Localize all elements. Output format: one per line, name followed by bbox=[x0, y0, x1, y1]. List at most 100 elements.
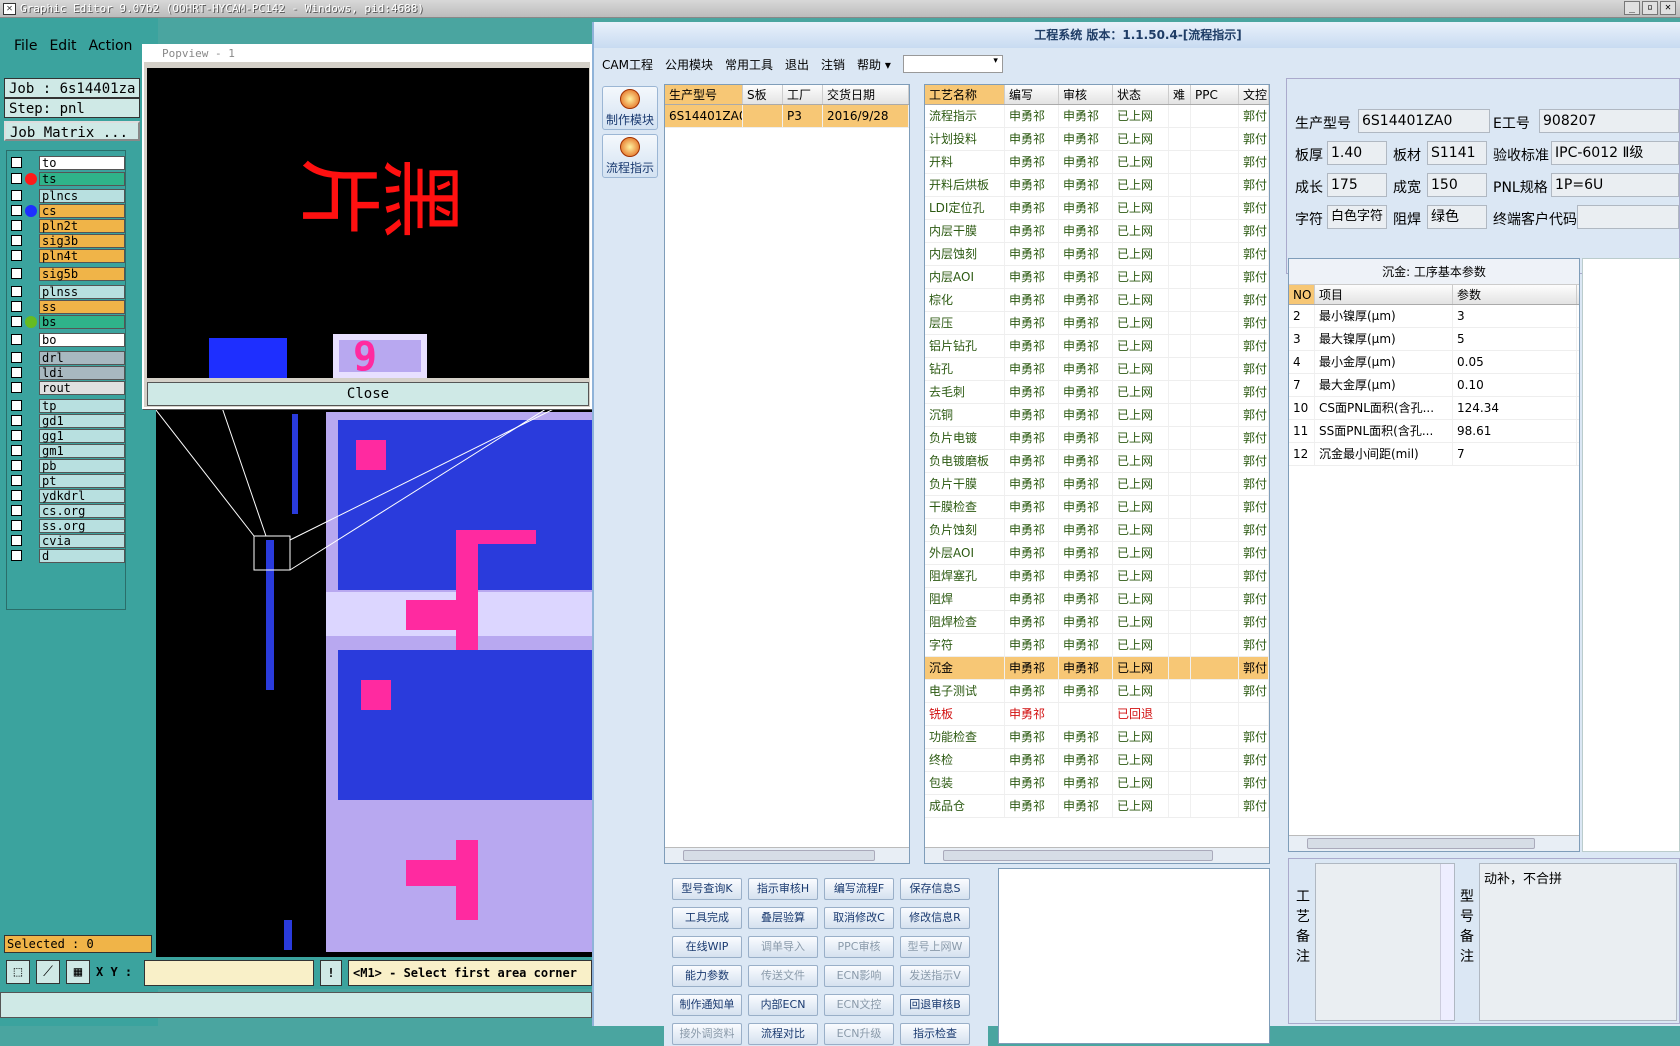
model-field[interactable]: 6S14401ZA0 bbox=[1358, 109, 1490, 133]
layer-checkbox[interactable] bbox=[11, 382, 22, 393]
layer-checkbox[interactable] bbox=[11, 367, 22, 378]
table-row[interactable]: 负片电镀 申勇祁 申勇祁 已上网 郭付 bbox=[925, 427, 1269, 450]
menu-action[interactable]: Action bbox=[89, 38, 133, 54]
menu-common-module[interactable]: 公用模块 bbox=[665, 56, 713, 73]
layer-checkbox[interactable] bbox=[11, 301, 22, 312]
table-row[interactable]: 成品仓 申勇祁 申勇祁 已上网 郭付 bbox=[925, 795, 1269, 818]
table-row[interactable]: 内层蚀刻 申勇祁 申勇祁 已上网 郭付 bbox=[925, 243, 1269, 266]
warning-button[interactable]: ! bbox=[320, 960, 342, 986]
layer-checkbox[interactable] bbox=[11, 535, 22, 546]
layer-row[interactable]: ts bbox=[9, 171, 125, 186]
maximize-icon[interactable]: ▫ bbox=[1642, 1, 1658, 15]
table-row[interactable]: 6S14401ZA0 P3 2016/9/28 bbox=[665, 105, 909, 128]
table-row[interactable]: 终检 申勇祁 申勇祁 已上网 郭付 bbox=[925, 749, 1269, 772]
layer-row[interactable]: drl bbox=[9, 350, 125, 365]
layer-row[interactable]: pb bbox=[9, 458, 125, 473]
action-button[interactable]: 保存信息S bbox=[900, 878, 970, 900]
layer-row[interactable]: sig5b bbox=[9, 266, 125, 281]
action-button[interactable]: 型号查询K bbox=[672, 878, 742, 900]
scrollbar-thumb[interactable] bbox=[683, 850, 875, 861]
action-button[interactable]: 编写流程F bbox=[824, 878, 894, 900]
char-field[interactable]: 白色字符 bbox=[1327, 205, 1387, 229]
make-module-button[interactable]: 制作模块 bbox=[602, 86, 658, 130]
layer-checkbox[interactable] bbox=[11, 334, 22, 345]
layer-row[interactable]: to bbox=[9, 155, 125, 170]
table-row[interactable]: 去毛刺 申勇祁 申勇祁 已上网 郭付 bbox=[925, 381, 1269, 404]
action-button[interactable]: 制作通知单 bbox=[672, 994, 742, 1016]
table-row[interactable]: 铝片钻孔 申勇祁 申勇祁 已上网 郭付 bbox=[925, 335, 1269, 358]
table-row[interactable]: 内层干膜 申勇祁 申勇祁 已上网 郭付 bbox=[925, 220, 1269, 243]
table-row[interactable]: 11 SS面PNL面积(含孔... 98.61 bbox=[1289, 420, 1579, 443]
action-button[interactable]: 传送文件 bbox=[748, 965, 818, 987]
action-button[interactable]: ECN文控 bbox=[824, 994, 894, 1016]
layer-checkbox[interactable] bbox=[11, 190, 22, 201]
table-row[interactable]: 外层AOI 申勇祁 申勇祁 已上网 郭付 bbox=[925, 542, 1269, 565]
table-row[interactable]: 负电镀磨板 申勇祁 申勇祁 已上网 郭付 bbox=[925, 450, 1269, 473]
layer-checkbox[interactable] bbox=[11, 286, 22, 297]
table-row[interactable]: 钻孔 申勇祁 申勇祁 已上网 郭付 bbox=[925, 358, 1269, 381]
table-row[interactable]: 功能检查 申勇祁 申勇祁 已上网 郭付 bbox=[925, 726, 1269, 749]
layer-checkbox[interactable] bbox=[11, 490, 22, 501]
menu-help[interactable]: 帮助 ▾ bbox=[857, 56, 891, 73]
layer-checkbox[interactable] bbox=[11, 173, 22, 184]
action-button[interactable]: 能力参数 bbox=[672, 965, 742, 987]
table-row[interactable]: 4 最小金厚(μm) 0.05 bbox=[1289, 351, 1579, 374]
layer-row[interactable]: pt bbox=[9, 473, 125, 488]
action-button[interactable]: 修改信息R bbox=[900, 907, 970, 929]
table-row[interactable]: 开料后烘板 申勇祁 申勇祁 已上网 郭付 bbox=[925, 174, 1269, 197]
table-row[interactable]: 阻焊塞孔 申勇祁 申勇祁 已上网 郭付 bbox=[925, 565, 1269, 588]
zoom-fit-icon[interactable]: ⬚ bbox=[6, 960, 30, 984]
layer-row[interactable]: cs bbox=[9, 203, 125, 218]
layer-checkbox[interactable] bbox=[11, 445, 22, 456]
action-button[interactable]: 型号上网W bbox=[900, 936, 970, 958]
column-header[interactable]: 参数 bbox=[1453, 285, 1577, 304]
column-header[interactable]: 工艺名称 bbox=[925, 85, 1005, 104]
action-button[interactable]: 叠层验算 bbox=[748, 907, 818, 929]
std-field[interactable]: IPC-6012 Ⅱ级 bbox=[1551, 141, 1679, 165]
layer-checkbox[interactable] bbox=[11, 205, 22, 216]
measure-icon[interactable]: ⟋ bbox=[36, 960, 60, 984]
layer-checkbox[interactable] bbox=[11, 220, 22, 231]
table-row[interactable]: 3 最大镍厚(μm) 5 bbox=[1289, 328, 1579, 351]
column-header[interactable]: 交货日期 bbox=[823, 85, 909, 104]
table-row[interactable]: 干膜检查 申勇祁 申勇祁 已上网 郭付 bbox=[925, 496, 1269, 519]
column-header[interactable]: 难 bbox=[1169, 85, 1191, 104]
menu-logout[interactable]: 注销 bbox=[821, 56, 845, 73]
layer-checkbox[interactable] bbox=[11, 250, 22, 261]
layer-checkbox[interactable] bbox=[11, 520, 22, 531]
minimize-icon[interactable]: _ bbox=[1624, 1, 1640, 15]
action-button[interactable]: 在线WIP bbox=[672, 936, 742, 958]
layer-checkbox[interactable] bbox=[11, 235, 22, 246]
layer-checkbox[interactable] bbox=[11, 268, 22, 279]
table-row[interactable]: 层压 申勇祁 申勇祁 已上网 郭付 bbox=[925, 312, 1269, 335]
layer-checkbox[interactable] bbox=[11, 550, 22, 561]
action-button[interactable]: 指示检查 bbox=[900, 1023, 970, 1045]
table-row[interactable]: 12 沉金最小间距(mil) 7 bbox=[1289, 443, 1579, 466]
horizontal-scrollbar[interactable] bbox=[665, 847, 909, 863]
layer-row[interactable]: d bbox=[9, 548, 125, 563]
layer-row[interactable]: pln4t bbox=[9, 248, 125, 263]
layer-checkbox[interactable] bbox=[11, 352, 22, 363]
table-row[interactable]: 阻焊检查 申勇祁 申勇祁 已上网 郭付 bbox=[925, 611, 1269, 634]
table-row[interactable]: 7 最大金厚(μm) 0.10 bbox=[1289, 374, 1579, 397]
cust-field[interactable] bbox=[1577, 205, 1679, 229]
layer-row[interactable]: ldi bbox=[9, 365, 125, 380]
mask-field[interactable]: 绿色 bbox=[1427, 205, 1487, 229]
column-header[interactable]: 项目 bbox=[1315, 285, 1453, 304]
window-menu-icon[interactable]: ✕ bbox=[3, 3, 16, 15]
menu-file[interactable]: File bbox=[14, 38, 37, 54]
column-header[interactable]: PPC bbox=[1191, 85, 1239, 104]
table-row[interactable]: 计划投料 申勇祁 申勇祁 已上网 郭付 bbox=[925, 128, 1269, 151]
table-row[interactable]: 负片蚀刻 申勇祁 申勇祁 已上网 郭付 bbox=[925, 519, 1269, 542]
layer-row[interactable]: gm1 bbox=[9, 443, 125, 458]
table-row[interactable]: 沉铜 申勇祁 申勇祁 已上网 郭付 bbox=[925, 404, 1269, 427]
column-header[interactable]: 审核 bbox=[1059, 85, 1113, 104]
layer-row[interactable]: bs bbox=[9, 314, 125, 329]
layer-row[interactable]: rout bbox=[9, 380, 125, 395]
action-button[interactable]: 指示审核H bbox=[748, 878, 818, 900]
action-button[interactable]: 工具完成 bbox=[672, 907, 742, 929]
layer-row[interactable]: gd1 bbox=[9, 413, 125, 428]
table-row[interactable]: 阻焊 申勇祁 申勇祁 已上网 郭付 bbox=[925, 588, 1269, 611]
layer-row[interactable]: plncs bbox=[9, 188, 125, 203]
flow-guide-button[interactable]: 流程指示 bbox=[602, 134, 658, 178]
